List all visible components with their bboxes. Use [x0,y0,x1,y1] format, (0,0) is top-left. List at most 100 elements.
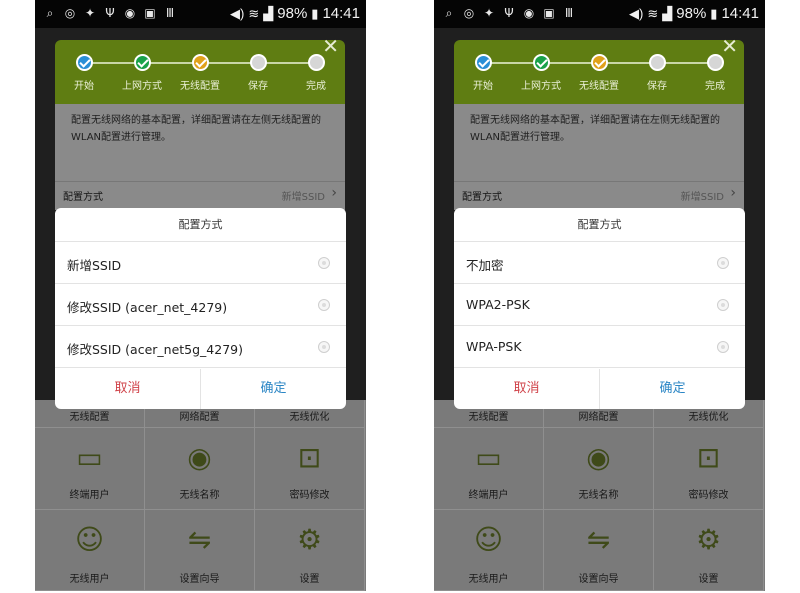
radio-button[interactable] [717,341,729,353]
wifi-status-icon: ≋ [647,5,659,21]
wifi-icon: ◉ [187,441,212,474]
grid-item-label: 无线名称 [179,490,220,501]
cancel-button[interactable]: 取消 [55,369,201,409]
signpost-icon: ⇋ [187,523,212,556]
lock-icon: ⊡ [696,441,721,474]
app-icon: ◎ [64,6,76,20]
radio-button[interactable] [318,299,330,311]
clock: 14:41 [322,5,360,22]
step-finish: 完成 [287,54,345,92]
step-label: 保存 [647,81,667,92]
option-label: 修改SSID (acer_net5g_4279) [67,342,243,357]
grid-item-label: 终端用户 [468,490,509,501]
config-method-row[interactable]: 配置方式 新增SSID › [63,185,337,203]
dialog-title: 配置方式 [55,208,346,242]
usb-icon: Ψ [504,6,514,20]
option-no-encryption[interactable]: 不加密 [454,242,745,284]
grid-item-setup-wizard[interactable]: ⇋ 设置向导 [145,510,255,591]
pin-icon: ✦ [84,6,96,20]
radio-button[interactable] [318,341,330,353]
wizard-description: 配置无线网络的基本配置，详细配置请在左侧无线配置的WLAN配置进行管理。 [470,115,720,143]
grid-item-password-change[interactable]: ⊡ 密码修改 [654,428,764,510]
battery-percent: 98% [676,5,707,22]
grid-item-label: 设置向导 [578,574,619,585]
config-method-label: 配置方式 [462,192,502,203]
wifi-status-icon: ≋ [248,5,260,21]
grid-item-setup-wizard[interactable]: ⇋ 设置向导 [544,510,654,591]
wizard-progress: 开始 上网方式 无线配置 保存 完成 ✕ [55,36,345,104]
photo-icon: ▣ [543,6,555,20]
step-wireless: 无线配置 [570,54,628,92]
step-pending-icon [249,54,267,71]
cancel-button[interactable]: 取消 [454,369,600,409]
sync-icon: ◉ [124,6,136,20]
wizard-body: 配置无线网络的基本配置，详细配置请在左侧无线配置的WLAN配置进行管理。 配置方… [454,104,744,210]
grid-item-wireless-users[interactable]: ☺ 无线用户 [35,510,145,591]
grid-item-label: 设置 [698,574,719,585]
divider [454,181,744,182]
close-icon[interactable]: ✕ [721,36,738,56]
step-label: 开始 [473,81,493,92]
option-label: WPA-PSK [466,339,522,354]
step-finish: 完成 [686,54,744,92]
step-internet: 上网方式 [113,54,171,92]
step-label: 开始 [74,81,94,92]
monitor-phone-icon: ▭ [475,441,502,474]
phone-screen-right: ⌕ ◎ ✦ Ψ ◉ ▣ Ⅲ ◀) ≋ ▟ 98% ▮ 14:41 开始 上网方式… [434,0,765,591]
search-icon: ⌕ [46,6,54,20]
user-icon: ☺ [473,523,504,556]
close-icon[interactable]: ✕ [322,36,339,56]
radio-button[interactable] [318,257,330,269]
step-label: 无线配置 [579,81,619,92]
grid-item-terminal-users[interactable]: ▭ 终端用户 [35,428,145,510]
config-method-label: 配置方式 [63,192,103,203]
confirm-button[interactable]: 确定 [201,369,346,409]
option-modify-ssid-24g[interactable]: 修改SSID (acer_net_4279) [55,284,346,326]
grid-item-label: 无线用户 [468,574,509,585]
chevron-right-icon: › [730,185,736,201]
step-label: 无线配置 [180,81,220,92]
step-label: 上网方式 [122,81,162,92]
config-method-dialog: 配置方式 新增SSID 修改SSID (acer_net_4279) 修改SSI… [55,208,346,409]
wizard-body: 配置无线网络的基本配置，详细配置请在左侧无线配置的WLAN配置进行管理。 配置方… [55,104,345,210]
step-wireless: 无线配置 [171,54,229,92]
step-done-icon [532,54,550,71]
pin-icon: ✦ [483,6,495,20]
dialog-title: 配置方式 [454,208,745,242]
setup-wizard-panel: 开始 上网方式 无线配置 保存 完成 ✕ 配置无线网络的基本配置，详细配置请在左… [454,36,744,210]
grid-item-terminal-users[interactable]: ▭ 终端用户 [434,428,544,510]
option-label: WPA2-PSK [466,297,530,312]
grid-item-password-change[interactable]: ⊡ 密码修改 [255,428,365,510]
confirm-button[interactable]: 确定 [600,369,745,409]
option-modify-ssid-5g[interactable]: 修改SSID (acer_net5g_4279) [55,326,346,368]
wizard-description: 配置无线网络的基本配置，详细配置请在左侧无线配置的WLAN配置进行管理。 [71,115,321,143]
sync-icon: ◉ [523,6,535,20]
wizard-progress: 开始 上网方式 无线配置 保存 完成 ✕ [454,36,744,104]
option-add-ssid[interactable]: 新增SSID [55,242,346,284]
option-wpa-psk[interactable]: WPA-PSK [454,326,745,368]
step-save: 保存 [229,54,287,92]
config-method-row[interactable]: 配置方式 新增SSID › [462,185,736,203]
clock: 14:41 [721,5,759,22]
step-label: 完成 [306,81,326,92]
option-wpa2-psk[interactable]: WPA2-PSK [454,284,745,326]
phone-screen-left: ⌕ ◎ ✦ Ψ ◉ ▣ Ⅲ ◀) ≋ ▟ 98% ▮ 14:41 开始 上网方式… [35,0,366,591]
grid-item-settings[interactable]: ⚙ 设置 [654,510,764,591]
grid-item-wireless-name[interactable]: ◉ 无线名称 [145,428,255,510]
grid-item-settings[interactable]: ⚙ 设置 [255,510,365,591]
wifi-icon: ◉ [586,441,611,474]
grid-item-wireless-users[interactable]: ☺ 无线用户 [434,510,544,591]
radio-button[interactable] [717,299,729,311]
divider [55,181,345,182]
grid-item-wireless-name[interactable]: ◉ 无线名称 [544,428,654,510]
step-done-icon [75,54,93,71]
grid-item-label: 设置向导 [179,574,220,585]
option-label: 新增SSID [67,258,122,273]
photo-icon: ▣ [144,6,156,20]
grid-item-label: 密码修改 [688,490,729,501]
battery-icon: ▮ [710,5,718,21]
radio-button[interactable] [717,257,729,269]
step-done-icon [133,54,151,71]
function-grid: 无线配置 网络配置 无线优化 ▭ 终端用户 ◉ 无线名称 ⊡ 密码修改 ☺ 无线… [434,400,765,591]
chevron-right-icon: › [331,185,337,201]
